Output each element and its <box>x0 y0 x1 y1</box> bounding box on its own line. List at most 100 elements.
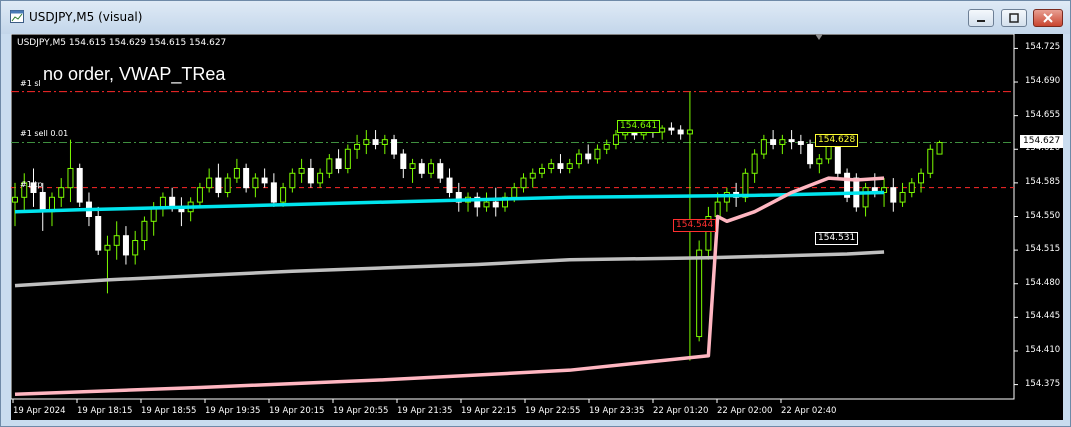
candle-body <box>326 158 333 174</box>
candle-body <box>751 153 758 174</box>
candle-body <box>206 177 213 189</box>
candle-body <box>862 187 869 208</box>
candle-body <box>603 143 610 150</box>
y-tick-label: 154.655 <box>1025 109 1061 120</box>
candle-body <box>122 235 129 256</box>
plot-frame <box>11 34 1015 400</box>
candle-body <box>428 163 435 174</box>
candle-body <box>76 167 83 203</box>
candle-body <box>169 196 176 208</box>
candle-body <box>668 127 675 131</box>
candle-body <box>520 177 527 189</box>
candle-body <box>261 177 268 184</box>
candle-body <box>196 187 203 203</box>
x-tick-label: 19 Apr 22:15 <box>461 406 517 416</box>
candle-body <box>566 163 573 169</box>
candle-body <box>307 167 314 184</box>
green-price-label: 154.641 <box>617 120 661 133</box>
candle-body <box>696 249 703 338</box>
candle-body <box>548 163 555 169</box>
candle-body <box>677 129 684 135</box>
chart-info-line: USDJPY,M5 154.615 154.629 154.615 154.62… <box>17 38 227 48</box>
window-title: USDJPY,M5 (visual) <box>29 10 143 24</box>
candle-body <box>557 163 564 169</box>
candle-body <box>529 172 536 179</box>
candle-body <box>95 216 102 251</box>
candle-body <box>807 143 814 165</box>
red-price-label: 154.544 <box>673 219 717 232</box>
candle-body <box>659 127 666 133</box>
white-price-label: 154.531 <box>815 232 859 245</box>
y-tick-label: 154.410 <box>1025 344 1061 355</box>
candle-body <box>113 235 120 246</box>
candle-body <box>233 167 240 179</box>
candle-body <box>446 177 453 193</box>
y-tick-label: 154.620 <box>1025 143 1061 154</box>
candle-body <box>280 187 287 203</box>
candle-body <box>104 244 111 251</box>
candle-body <box>12 196 18 203</box>
yellow-price-label: 154.628 <box>815 134 859 147</box>
x-tick-label: 22 Apr 01:20 <box>653 406 709 416</box>
x-tick-label: 19 Apr 21:35 <box>397 406 453 416</box>
x-tick-label: 19 Apr 20:15 <box>269 406 325 416</box>
candle-body <box>141 220 148 242</box>
x-tick-label: 19 Apr 18:55 <box>141 406 197 416</box>
maximize-button[interactable] <box>1001 9 1027 27</box>
x-tick-label: 19 Apr 23:35 <box>589 406 645 416</box>
candle-body <box>686 129 693 135</box>
candle-body <box>317 172 324 184</box>
x-tick-label: 22 Apr 02:00 <box>717 406 773 416</box>
chart-canvas[interactable]: USDJPY,M5 154.615 154.629 154.615 154.62… <box>11 34 1064 420</box>
candle-body <box>788 139 795 143</box>
close-button[interactable] <box>1033 9 1063 27</box>
x-tick-label: 19 Apr 19:35 <box>205 406 261 416</box>
candle-body <box>575 153 582 165</box>
terminal-window: USDJPY,M5 (visual) USDJPY,M5 154.615 154… <box>0 0 1071 427</box>
candle-body <box>372 139 379 145</box>
y-tick-label: 154.550 <box>1025 210 1061 221</box>
candle-body <box>437 163 444 179</box>
candle-body <box>270 182 277 203</box>
candle-body <box>890 187 897 203</box>
chart-shift-marker <box>815 34 823 40</box>
candle-body <box>899 191 906 203</box>
x-tick-label: 19 Apr 22:55 <box>525 406 581 416</box>
candle-body <box>67 167 74 189</box>
candle-body <box>289 172 296 189</box>
y-tick-label: 154.690 <box>1025 76 1061 87</box>
window-titlebar[interactable]: USDJPY,M5 (visual) <box>1 1 1070 34</box>
y-tick-label: 154.375 <box>1025 378 1061 389</box>
candle-body <box>936 142 943 155</box>
tp-level-label: #1 tp <box>20 180 43 189</box>
candle-body <box>538 167 545 174</box>
maximize-icon <box>1009 13 1019 23</box>
candle-body <box>132 240 139 256</box>
vwap-pink-line <box>14 176 885 396</box>
y-tick-label: 154.480 <box>1025 277 1061 288</box>
candle-body <box>381 139 388 145</box>
minimize-button[interactable] <box>968 9 994 27</box>
y-tick-label: 154.515 <box>1025 244 1061 255</box>
candle-body <box>742 172 749 198</box>
y-tick-label: 154.445 <box>1025 311 1061 322</box>
y-tick-label: 154.585 <box>1025 176 1061 187</box>
candle-body <box>159 196 166 208</box>
candle-body <box>344 148 351 169</box>
candle-body <box>418 163 425 174</box>
minimize-icon <box>977 20 985 22</box>
candle-body <box>58 187 65 198</box>
ea-comment-text: no order, VWAP_TRea <box>43 64 226 84</box>
candle-body <box>39 191 46 213</box>
candle-body <box>612 134 619 145</box>
candle-body <box>908 182 915 193</box>
x-tick-label: 19 Apr 20:55 <box>333 406 389 416</box>
chart-window-icon <box>10 10 24 23</box>
candle-body <box>335 158 342 169</box>
price-chart[interactable] <box>11 34 1063 420</box>
candle-body <box>779 139 786 145</box>
candle-body <box>797 141 804 145</box>
sell-level-label: #1 sell 0.01 <box>20 129 69 138</box>
vwap-slow-line <box>14 250 885 288</box>
candle-body <box>298 167 305 174</box>
